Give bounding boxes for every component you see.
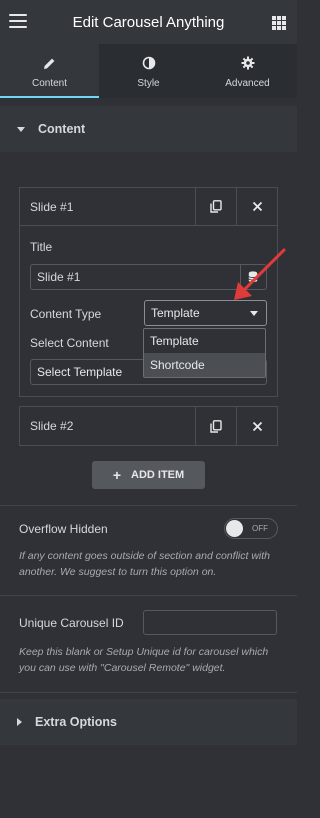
chevron-down-icon: [250, 311, 258, 316]
overflow-hidden-toggle[interactable]: OFF: [224, 518, 278, 539]
divider: [0, 505, 297, 506]
dropdown-option-shortcode[interactable]: Shortcode: [144, 353, 265, 377]
panel-tabs: Content Style Advanced: [0, 44, 297, 98]
slide-item-header[interactable]: Slide #2: [20, 407, 277, 445]
tab-advanced[interactable]: Advanced: [198, 44, 297, 98]
close-icon: [252, 201, 262, 212]
caret-down-icon: [17, 126, 25, 132]
overflow-help-text: If any content goes outside of section a…: [19, 550, 270, 578]
copy-icon: [210, 200, 222, 213]
page-title: Edit Carousel Anything: [72, 14, 225, 31]
content-type-value: Template: [151, 306, 200, 320]
half-circle-icon: [142, 55, 156, 71]
section-title: Extra Options: [35, 715, 117, 729]
toggle-state-label: OFF: [252, 524, 268, 533]
select-content-label: Select Content: [30, 336, 109, 350]
carousel-id-help-text: Keep this blank or Setup Unique id for c…: [19, 646, 269, 674]
pencil-icon: [43, 55, 56, 71]
section-title: Content: [38, 122, 86, 136]
plus-icon: +: [112, 467, 121, 483]
tab-style[interactable]: Style: [99, 44, 198, 98]
divider: [0, 595, 297, 596]
caret-right-icon: [17, 718, 22, 726]
duplicate-button[interactable]: [195, 407, 236, 445]
slide-item-title: Slide #2: [30, 419, 74, 433]
add-item-label: ADD ITEM: [131, 469, 185, 481]
select-template-value: Select Template: [37, 365, 123, 379]
slide-repeater-item: Slide #2: [19, 406, 278, 446]
extra-options-section-header[interactable]: Extra Options: [0, 699, 297, 745]
tab-label: Content: [31, 78, 68, 89]
slide-item-header[interactable]: Slide #1: [20, 187, 277, 226]
gear-icon: [241, 55, 255, 71]
annotation-arrow-icon: [234, 248, 286, 300]
title-label: Title: [30, 240, 53, 254]
duplicate-button[interactable]: [195, 187, 236, 226]
close-icon: [252, 421, 262, 431]
widgets-grid-icon[interactable]: [272, 16, 286, 30]
tab-content[interactable]: Content: [0, 44, 99, 98]
add-item-button[interactable]: + ADD ITEM: [92, 461, 205, 489]
editor-header: Edit Carousel Anything: [0, 0, 297, 44]
carousel-id-label: Unique Carousel ID: [19, 616, 124, 630]
carousel-id-input[interactable]: [143, 610, 277, 635]
copy-icon: [210, 419, 222, 433]
remove-button[interactable]: [236, 407, 277, 445]
slide-title-input[interactable]: Slide #1: [30, 264, 241, 290]
content-type-label: Content Type: [30, 307, 102, 321]
remove-button[interactable]: [236, 187, 277, 226]
dropdown-option-template[interactable]: Template: [144, 329, 265, 353]
divider: [0, 692, 297, 693]
content-section-header[interactable]: Content: [0, 106, 297, 152]
content-type-dropdown: Template Shortcode: [143, 328, 266, 378]
tab-label: Advanced: [225, 78, 270, 89]
tab-label: Style: [137, 78, 160, 89]
toggle-knob: [226, 520, 243, 537]
overflow-hidden-label: Overflow Hidden: [19, 522, 108, 536]
slide-item-title: Slide #1: [30, 199, 74, 214]
